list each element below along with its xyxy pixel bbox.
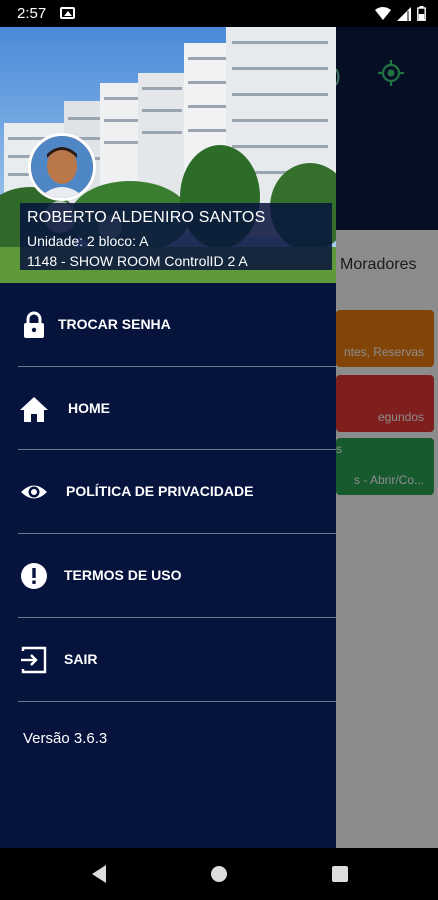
battery-icon — [417, 6, 426, 21]
divider — [18, 701, 336, 702]
user-photo — [31, 136, 93, 198]
menu-item-sair[interactable]: SAIR — [0, 618, 336, 701]
user-location: 1148 - SHOW ROOM ControlID 2 A — [27, 253, 248, 269]
menu-label: HOME — [68, 400, 110, 416]
menu-item-termos-uso[interactable]: TERMOS DE USO — [0, 534, 336, 617]
alert-icon — [21, 563, 47, 589]
logout-icon — [21, 646, 47, 674]
user-info: ROBERTO ALDENIRO SANTOS Unidade: 2 bloco… — [20, 203, 332, 270]
image-notification-icon — [60, 7, 75, 19]
home-icon — [20, 397, 48, 422]
system-nav-bar — [0, 848, 438, 900]
lock-icon — [24, 311, 44, 338]
status-bar: 2:57 — [0, 0, 438, 27]
signal-icon — [397, 6, 411, 21]
menu-item-home[interactable]: HOME — [0, 367, 336, 450]
user-unit: Unidade: 2 bloco: A — [27, 233, 149, 249]
menu-label: TROCAR SENHA — [58, 316, 171, 332]
drawer-header: ROBERTO ALDENIRO SANTOS Unidade: 2 bloco… — [0, 27, 336, 283]
eye-icon — [21, 485, 47, 499]
status-time: 2:57 — [17, 5, 47, 22]
menu-label: TERMOS DE USO — [64, 567, 182, 583]
app-version: Versão 3.6.3 — [23, 730, 108, 747]
user-name: ROBERTO ALDENIRO SANTOS — [27, 209, 266, 226]
back-icon[interactable] — [92, 865, 106, 883]
menu-item-politica-privacidade[interactable]: POLÍTICA DE PRIVACIDADE — [0, 450, 336, 533]
menu-label: SAIR — [64, 651, 98, 667]
status-icons — [375, 6, 426, 21]
recents-icon[interactable] — [332, 866, 348, 882]
avatar — [28, 133, 96, 201]
menu-item-trocar-senha[interactable]: TROCAR SENHA — [0, 283, 336, 366]
home-button-icon[interactable] — [211, 866, 227, 882]
menu-label: POLÍTICA DE PRIVACIDADE — [66, 483, 254, 499]
wifi-icon — [375, 6, 391, 20]
navigation-drawer: ROBERTO ALDENIRO SANTOS Unidade: 2 bloco… — [0, 27, 336, 848]
